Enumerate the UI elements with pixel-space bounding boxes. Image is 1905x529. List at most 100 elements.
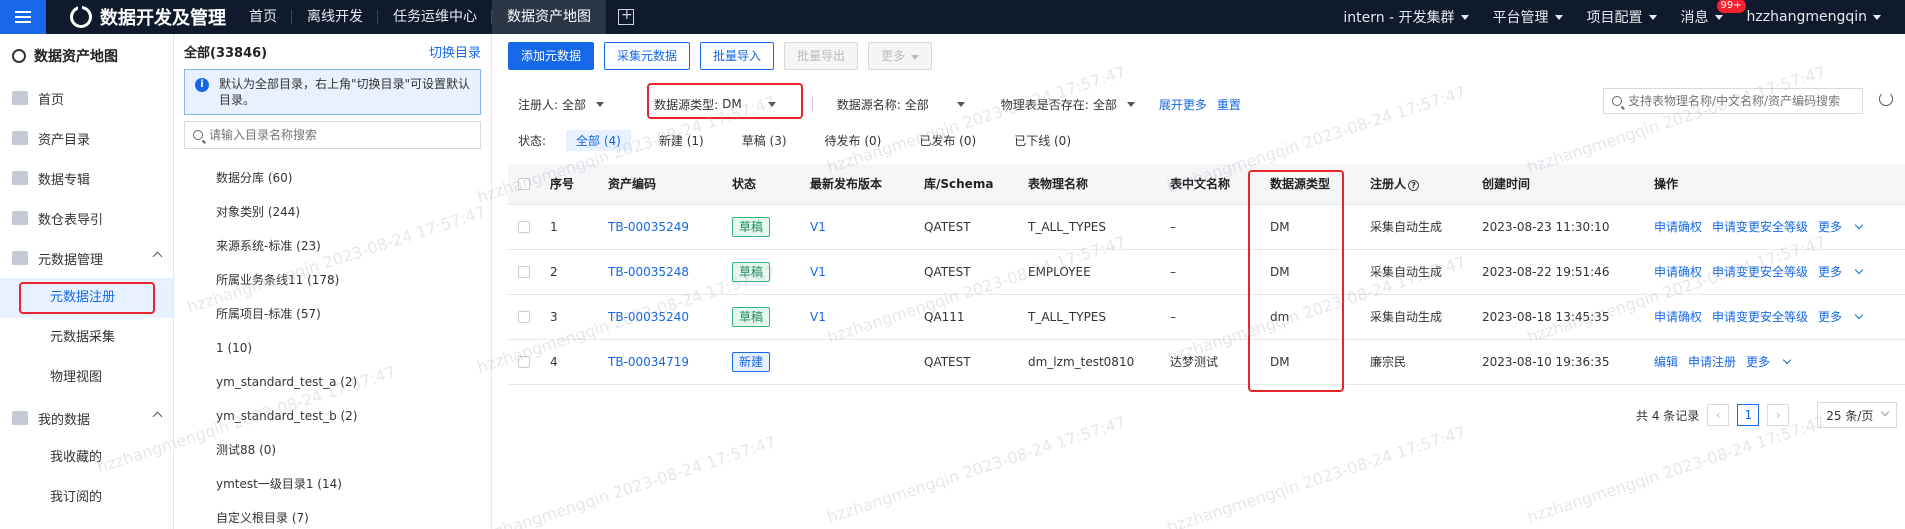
project-menu[interactable]: 项目配置 — [1587, 7, 1657, 27]
collect-metadata-button[interactable]: 采集元数据 — [604, 42, 691, 70]
tree-item[interactable]: 数据分库 (60) — [174, 161, 491, 195]
status-tab-pending[interactable]: 待发布 (0) — [815, 130, 892, 151]
apply-security-change-link[interactable]: 申请变更安全等级 — [1712, 220, 1808, 234]
datasource-name-filter[interactable]: 数据源名称: 全部 — [837, 96, 965, 113]
batch-export-button[interactable]: 批量导出 — [784, 42, 859, 70]
version-link[interactable]: V1 — [810, 249, 924, 295]
asset-code-link[interactable]: TB-00035249 — [608, 204, 732, 250]
more-actions-link[interactable]: 更多 — [1746, 355, 1792, 369]
status-tab-published[interactable]: 已发布 (0) — [909, 130, 986, 151]
next-page-icon[interactable]: › — [1767, 404, 1790, 426]
cell-status: 草稿 — [732, 204, 810, 250]
left-nav-warehouse-guide[interactable]: 数仓表导引 — [0, 198, 173, 238]
left-nav-my-favorites[interactable]: 我收藏的 — [0, 438, 173, 478]
menu-icon[interactable] — [0, 0, 46, 34]
app-logo[interactable]: 数据开发及管理 — [70, 3, 226, 30]
status-badge: 草稿 — [732, 261, 771, 282]
select-all-checkbox[interactable] — [518, 177, 530, 190]
asset-code-link[interactable]: TB-00035248 — [608, 249, 732, 295]
apply-register-link[interactable]: 申请注册 — [1688, 355, 1736, 369]
row-checkbox[interactable] — [518, 355, 530, 368]
switch-directory-link[interactable]: 切换目录 — [429, 42, 481, 61]
messages-menu[interactable]: 消息 99+ — [1681, 0, 1746, 27]
left-nav-meta-collect[interactable]: 元数据采集 — [0, 318, 173, 358]
version-link[interactable] — [810, 339, 924, 385]
nav-offline-dev[interactable]: 离线开发 — [292, 0, 378, 34]
more-actions-link[interactable]: 更多 — [1818, 220, 1864, 234]
add-metadata-button[interactable]: 添加元数据 — [508, 42, 595, 70]
left-nav-title: 数据资产地图 — [0, 34, 173, 78]
main-search-input[interactable] — [1628, 94, 1858, 108]
main-search[interactable] — [1603, 88, 1863, 114]
tree-search[interactable] — [184, 121, 481, 149]
row-checkbox[interactable] — [518, 220, 530, 233]
left-nav-album[interactable]: 数据专辑 — [0, 158, 173, 198]
platform-menu[interactable]: 平台管理 — [1493, 7, 1563, 27]
left-nav-label: 首页 — [38, 92, 65, 108]
apply-security-change-link[interactable]: 申请变更安全等级 — [1712, 310, 1808, 324]
tree-item[interactable]: ym_standard_test_a (2) — [174, 365, 491, 399]
status-tab-offline[interactable]: 已下线 (0) — [1004, 130, 1081, 151]
asset-code-link[interactable]: TB-00035240 — [608, 294, 732, 340]
tree-item[interactable]: 自定义根目录 (7) — [174, 501, 491, 529]
tree-item[interactable]: 对象类别 (244) — [174, 195, 491, 229]
status-tabs: 状态: 全部 (4) 新建 (1) 草稿 (3) 待发布 (0) 已发布 (0)… — [518, 130, 1099, 151]
page-number[interactable]: 1 — [1737, 404, 1760, 426]
refresh-icon[interactable] — [1879, 92, 1893, 106]
add-tab-icon[interactable] — [618, 7, 634, 25]
left-nav-catalog[interactable]: 资产目录 — [0, 118, 173, 158]
col-header: 创建时间 — [1482, 164, 1654, 205]
row-checkbox[interactable] — [518, 265, 530, 278]
status-tab-new[interactable]: 新建 (1) — [649, 130, 714, 151]
nav-home[interactable]: 首页 — [234, 0, 292, 34]
left-nav-home[interactable]: 首页 — [0, 78, 173, 118]
left-nav-my-data[interactable]: 我的数据 — [0, 398, 173, 438]
status-tab-draft[interactable]: 草稿 (3) — [732, 130, 797, 151]
page-size-select[interactable]: 25 条/页 — [1817, 402, 1898, 428]
physical-exists-filter[interactable]: 物理表是否存在: 全部 — [1001, 96, 1135, 113]
tree-search-input[interactable] — [209, 128, 469, 142]
left-nav-label: 资产目录 — [38, 132, 91, 148]
user-menu[interactable]: hzzhangmengqin — [1747, 9, 1881, 25]
version-link[interactable]: V1 — [810, 294, 924, 340]
asset-code-link[interactable]: TB-00034719 — [608, 339, 732, 385]
more-actions-link[interactable]: 更多 — [1818, 310, 1864, 324]
batch-import-button[interactable]: 批量导入 — [700, 42, 775, 70]
cell-status: 新建 — [732, 339, 810, 385]
logo-icon — [70, 3, 92, 28]
nav-asset-map[interactable]: 数据资产地图 — [492, 0, 606, 34]
row-checkbox[interactable] — [518, 310, 530, 323]
apply-ownership-link[interactable]: 申请确权 — [1654, 220, 1702, 234]
cell-actions: 申请确权 申请变更安全等级 更多 — [1654, 204, 1905, 250]
more-actions-link[interactable]: 更多 — [1818, 265, 1864, 279]
status-tab-all[interactable]: 全部 (4) — [566, 130, 631, 151]
prev-page-icon[interactable]: ‹ — [1707, 404, 1730, 426]
tree-item[interactable]: ym_standard_test_b (2) — [174, 399, 491, 433]
tree-item[interactable]: 所属业务条线11 (178) — [174, 263, 491, 297]
expand-more-link[interactable]: 展开更多 — [1159, 96, 1207, 113]
tree-item[interactable]: 所属项目-标准 (57) — [174, 297, 491, 331]
tree-item[interactable]: ymtest一级目录1 (14) — [174, 467, 491, 501]
version-link[interactable]: V1 — [810, 204, 924, 250]
apply-security-change-link[interactable]: 申请变更安全等级 — [1712, 265, 1808, 279]
tree-item[interactable]: 测试88 (0) — [174, 433, 491, 467]
cell-created-time: 2023-08-23 11:30:10 — [1482, 204, 1654, 250]
reset-link[interactable]: 重置 — [1217, 96, 1241, 113]
apply-ownership-link[interactable]: 申请确权 — [1654, 310, 1702, 324]
nav-task-ops[interactable]: 任务运维中心 — [378, 0, 492, 34]
left-nav-my-subscriptions[interactable]: 我订阅的 — [0, 478, 173, 518]
table-header-row: 序号 资产编码 状态 最新发布版本 库/Schema 表物理名称 表中文名称 数… — [508, 164, 1905, 205]
tree-item[interactable]: 来源系统-标准 (23) — [174, 229, 491, 263]
chevron-down-icon — [1854, 265, 1864, 275]
metadata-table: 序号 资产编码 状态 最新发布版本 库/Schema 表物理名称 表中文名称 数… — [508, 164, 1905, 385]
cluster-select[interactable]: intern - 开发集群 — [1343, 7, 1469, 27]
registrant-filter[interactable]: 注册人: 全部 — [518, 96, 605, 113]
tree-item[interactable]: 1 (10) — [174, 331, 491, 365]
left-nav-meta-manage[interactable]: 元数据管理 — [0, 238, 173, 278]
total-records: 共 4 条记录 — [1636, 408, 1700, 423]
edit-link[interactable]: 编辑 — [1654, 355, 1678, 369]
apply-ownership-link[interactable]: 申请确权 — [1654, 265, 1702, 279]
left-nav-physical-view[interactable]: 物理视图 — [0, 358, 173, 398]
help-icon[interactable]: ? — [1408, 180, 1420, 192]
more-button[interactable]: 更多 — [868, 42, 933, 70]
